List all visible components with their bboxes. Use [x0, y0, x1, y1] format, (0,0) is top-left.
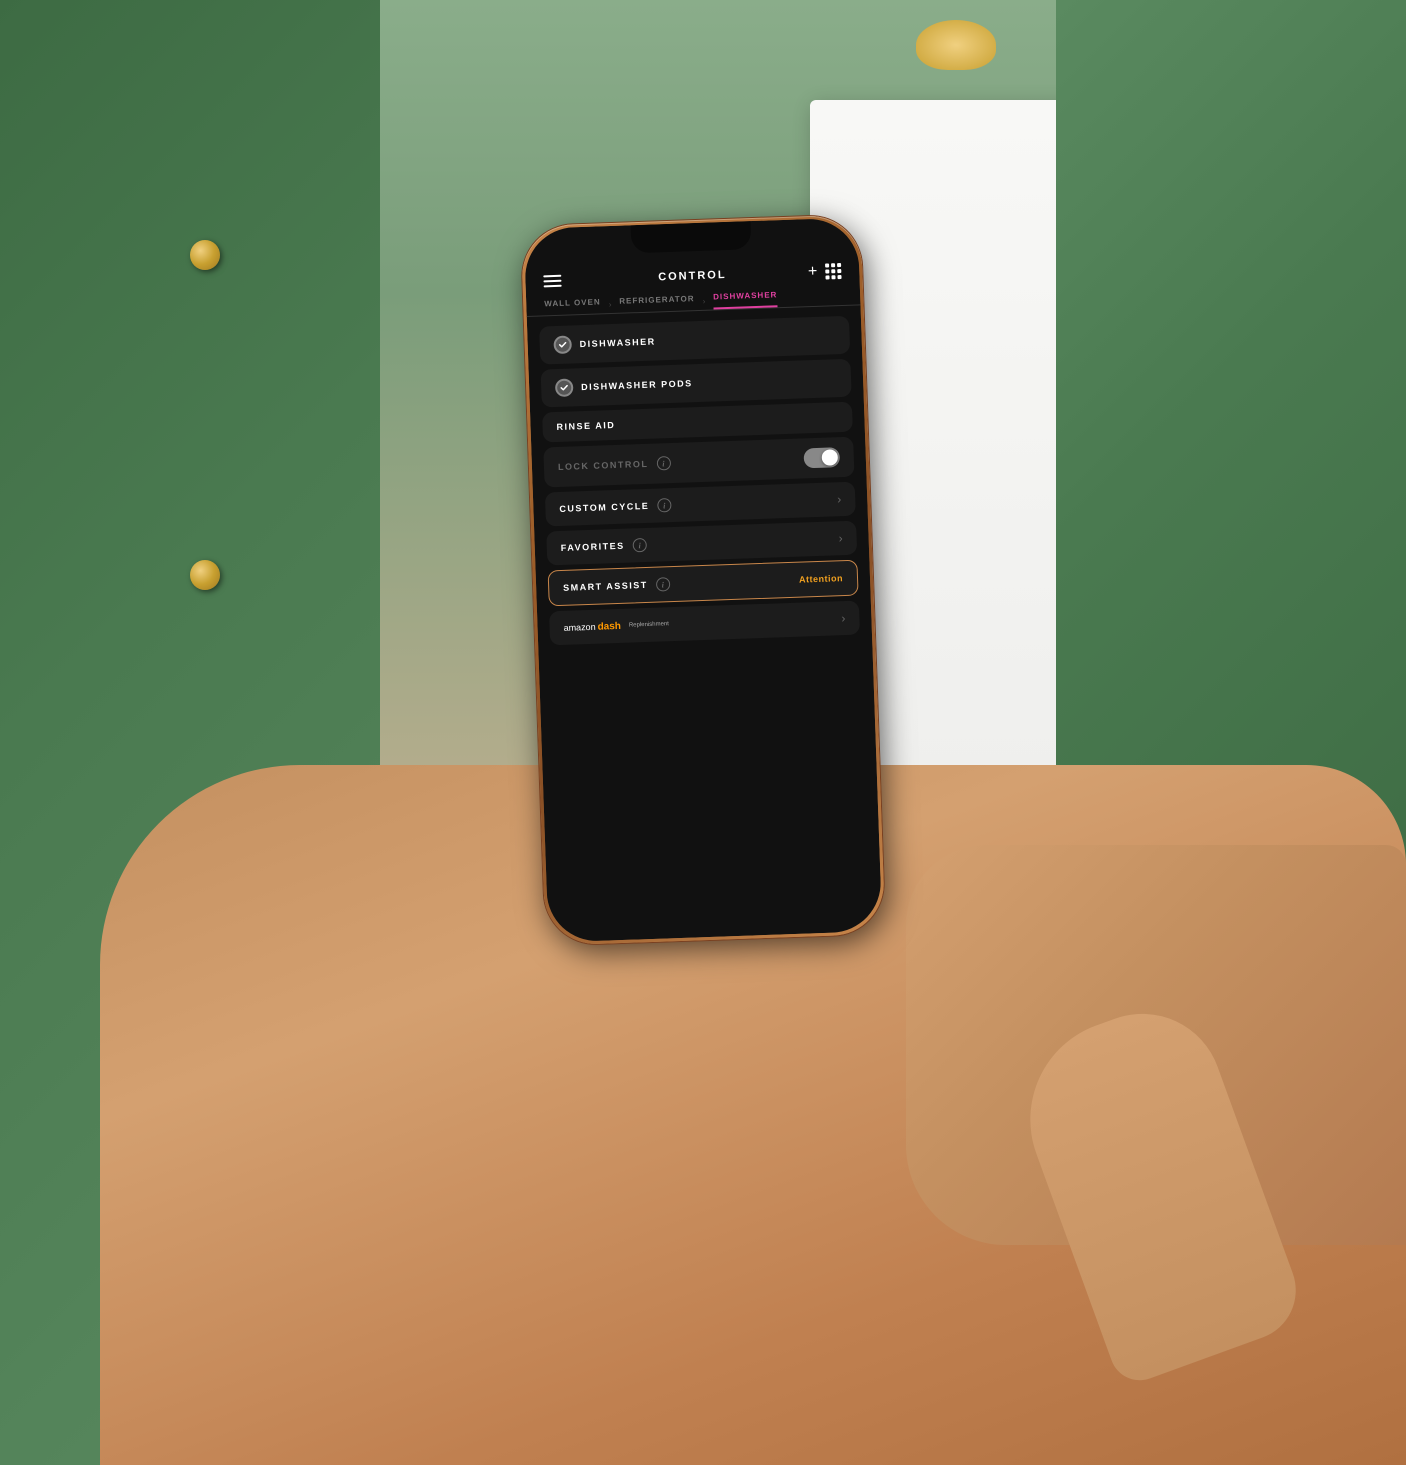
tab-refrigerator[interactable]: REFRIGERATOR	[619, 294, 695, 312]
item-left: CUSTOM CYCLE i	[559, 498, 671, 516]
bg-left-cabinet	[0, 0, 430, 1465]
list-item[interactable]: DISHWASHER PODS	[541, 359, 852, 408]
item-label: DISHWASHER	[580, 337, 656, 350]
cabinet-knob-top	[190, 240, 220, 270]
check-icon	[555, 378, 574, 397]
chevron-right-icon: ›	[838, 531, 842, 545]
item-label: DISHWASHER PODS	[581, 378, 693, 392]
amazon-logo: amazon dash	[563, 620, 621, 633]
phone-screen-container: CONTROL + WALL OVEN › REFRIGERATOR	[524, 217, 883, 942]
custom-cycle-item[interactable]: CUSTOM CYCLE i ›	[545, 482, 856, 527]
tab-wall-oven[interactable]: WALL OVEN	[544, 297, 601, 314]
item-left: FAVORITES i	[561, 538, 647, 555]
phone-notch	[631, 221, 752, 253]
list-item[interactable]: DISHWASHER	[539, 316, 850, 365]
lock-toggle[interactable]	[803, 447, 840, 468]
smart-assist-item[interactable]: SMART ASSIST i Attention	[548, 560, 859, 607]
item-left: RINSE AID	[556, 420, 615, 432]
info-icon: i	[656, 456, 670, 470]
phone-frame: CONTROL + WALL OVEN › REFRIGERATOR	[521, 214, 886, 945]
replenishment-label: Replenishment	[629, 621, 669, 628]
favorites-item[interactable]: FAVORITES i ›	[546, 521, 857, 566]
check-icon	[553, 335, 572, 354]
amazon-text: amazon	[563, 622, 595, 633]
chevron-right-icon: ›	[841, 611, 845, 625]
menu-button[interactable]	[543, 275, 561, 288]
item-label: LOCK CONTROL	[558, 459, 649, 472]
item-left: amazon dash Replenishment	[563, 619, 669, 634]
item-left: LOCK CONTROL i	[558, 456, 671, 474]
item-label: SMART ASSIST	[563, 580, 648, 593]
info-icon: i	[656, 577, 670, 591]
attention-area: Attention	[799, 573, 843, 585]
item-left: SMART ASSIST i	[563, 577, 670, 595]
bg-right-cabinet	[1056, 0, 1406, 1026]
item-label: RINSE AID	[556, 420, 615, 432]
amazon-dash-item[interactable]: amazon dash Replenishment ›	[549, 601, 860, 646]
cabinet-knob-bottom	[190, 560, 220, 590]
phone: CONTROL + WALL OVEN › REFRIGERATOR	[521, 214, 886, 945]
lock-control-item[interactable]: LOCK CONTROL i	[543, 437, 854, 488]
dash-text: dash	[597, 620, 621, 632]
chevron-right-icon: ›	[837, 492, 841, 506]
grid-view-icon[interactable]	[825, 263, 842, 280]
page-title: CONTROL	[658, 269, 727, 283]
attention-badge: Attention	[799, 573, 843, 585]
item-label: CUSTOM CYCLE	[559, 501, 649, 514]
info-icon: i	[632, 538, 646, 552]
item-left: DISHWASHER	[553, 333, 656, 355]
header-icons: +	[808, 262, 842, 281]
info-icon: i	[657, 498, 671, 512]
item-left: DISHWASHER PODS	[555, 374, 693, 397]
toggle-knob	[822, 449, 839, 466]
screen: CONTROL + WALL OVEN › REFRIGERATOR	[524, 217, 883, 942]
rinse-aid-item[interactable]: RINSE AID	[542, 402, 853, 443]
add-icon[interactable]: +	[808, 263, 818, 281]
item-label: FAVORITES	[561, 541, 625, 553]
decorative-bowl	[916, 20, 996, 70]
control-menu: DISHWASHER DISHWASHER PODS	[527, 305, 883, 942]
tab-dishwasher[interactable]: DISHWASHER	[713, 290, 778, 309]
